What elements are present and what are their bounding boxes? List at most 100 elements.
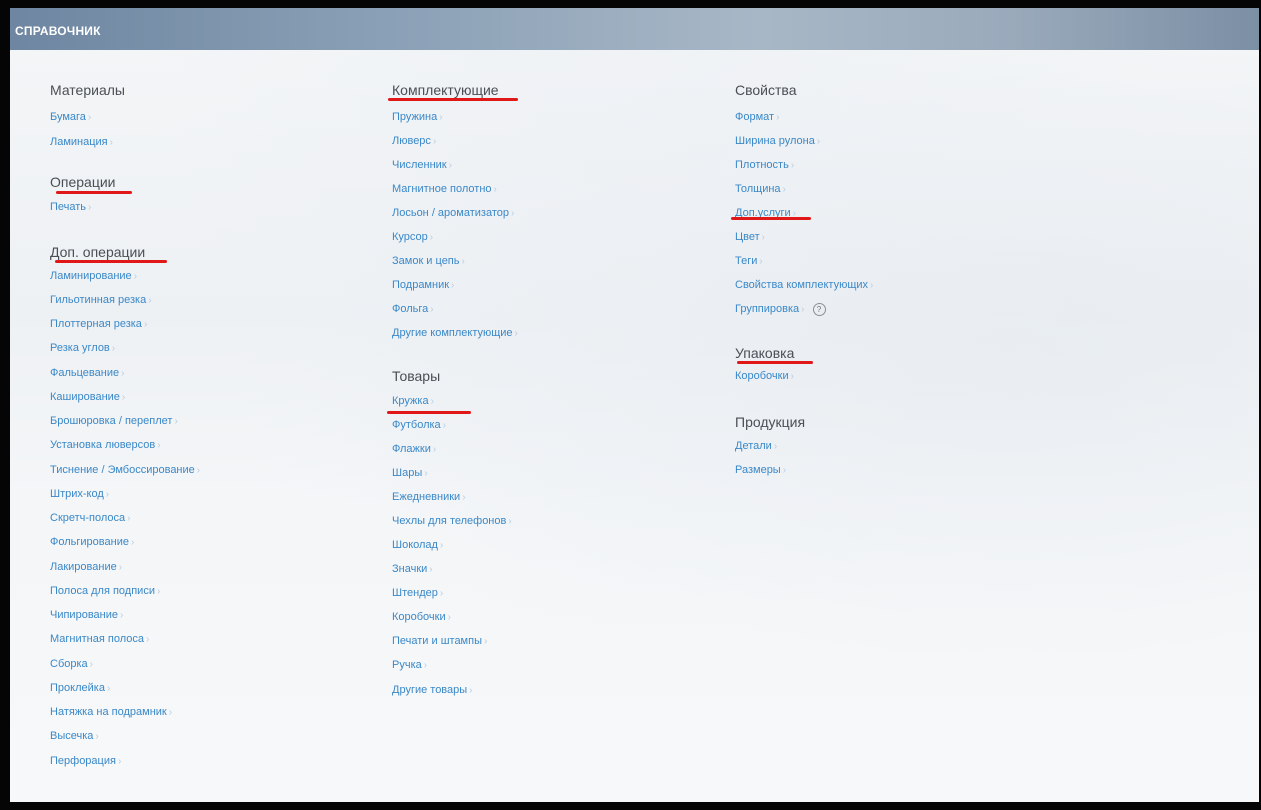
link-packaging[interactable]: Коробочки › xyxy=(735,370,794,382)
chevron-right-icon: › xyxy=(429,564,433,575)
chevron-right-icon: › xyxy=(130,537,135,548)
chevron-right-icon: › xyxy=(89,659,93,670)
link-extra-op[interactable]: Сборка › xyxy=(50,658,93,670)
chevron-right-icon: › xyxy=(174,416,178,427)
chevron-right-icon: › xyxy=(462,492,466,503)
link-print[interactable]: Печать › xyxy=(50,201,91,213)
chevron-right-icon: › xyxy=(105,489,110,500)
chevron-right-icon: › xyxy=(451,280,455,291)
link-component[interactable]: Курсор › xyxy=(392,231,433,243)
link-extra-op[interactable]: Магнитная полоса › xyxy=(50,633,149,645)
link-extra-op[interactable]: Ламинирование › xyxy=(50,270,137,282)
chevron-right-icon: › xyxy=(439,112,443,123)
link-property[interactable]: Ширина рулона › xyxy=(735,135,820,147)
link-property[interactable]: Цвет › xyxy=(735,231,765,243)
link-extra-op[interactable]: Высечка › xyxy=(50,730,99,742)
section-title-goods: Товары xyxy=(392,368,441,384)
link-extra-op[interactable]: Перфорация › xyxy=(50,755,121,767)
link-property[interactable]: Группировка ›? xyxy=(735,303,826,316)
link-component[interactable]: Люверс › xyxy=(392,135,436,147)
chevron-right-icon: › xyxy=(469,685,473,696)
annotation-underline xyxy=(737,361,813,364)
link-extra-op[interactable]: Скретч-полоса › xyxy=(50,512,131,524)
section-title-components: Комплектующие xyxy=(392,82,499,98)
chevron-right-icon: › xyxy=(432,444,437,455)
link-property[interactable]: Свойства комплектующих › xyxy=(735,279,873,291)
link-goods[interactable]: Другие товары › xyxy=(392,684,473,696)
help-icon[interactable]: ? xyxy=(812,303,826,316)
link-extra-op[interactable]: Фольгирование › xyxy=(50,536,134,548)
link-lamination[interactable]: Ламинация › xyxy=(50,136,113,148)
link-component[interactable]: Фольга › xyxy=(392,303,434,315)
link-goods[interactable]: Ежедневники › xyxy=(392,491,466,503)
link-extra-op[interactable]: Плоттерная резка › xyxy=(50,318,147,330)
link-goods[interactable]: Шоколад › xyxy=(392,539,443,551)
chevron-right-icon: › xyxy=(448,160,452,171)
chevron-right-icon: › xyxy=(514,328,518,339)
link-goods[interactable]: Ручка › xyxy=(392,659,427,671)
annotation-underline xyxy=(56,191,132,194)
chevron-right-icon: › xyxy=(870,280,874,291)
link-component[interactable]: Подрамник › xyxy=(392,279,454,291)
link-extra-op[interactable]: Натяжка на подрамник › xyxy=(50,706,172,718)
link-extra-op[interactable]: Лакирование › xyxy=(50,561,122,573)
link-component[interactable]: Пружина › xyxy=(392,111,443,123)
link-goods[interactable]: Флажки › xyxy=(392,443,436,455)
link-extra-op[interactable]: Чипирование › xyxy=(50,609,123,621)
link-extra-op[interactable]: Резка углов › xyxy=(50,342,115,354)
chevron-right-icon: › xyxy=(430,304,434,315)
link-paper[interactable]: Бумага › xyxy=(50,111,91,123)
link-goods[interactable]: Коробочки › xyxy=(392,611,451,623)
chevron-right-icon: › xyxy=(143,319,148,330)
chevron-right-icon: › xyxy=(493,184,497,195)
chevron-right-icon: › xyxy=(801,304,805,315)
link-component[interactable]: Численник › xyxy=(392,159,452,171)
section-title-products: Продукция xyxy=(735,414,806,430)
link-extra-op[interactable]: Гильотинная резка › xyxy=(50,294,152,306)
link-goods[interactable]: Футболка › xyxy=(392,419,446,431)
link-component[interactable]: Другие комплектующие › xyxy=(392,327,518,339)
annotation-underline xyxy=(388,98,518,101)
link-products[interactable]: Размеры › xyxy=(735,464,786,476)
chevron-right-icon: › xyxy=(776,112,780,123)
link-property[interactable]: Толщина › xyxy=(735,183,786,195)
chevron-right-icon: › xyxy=(148,295,152,306)
link-extra-op[interactable]: Каширование › xyxy=(50,391,125,403)
link-goods[interactable]: Печати и штампы › xyxy=(392,635,487,647)
link-extra-op[interactable]: Тиснение / Эмбоссирование › xyxy=(50,464,200,476)
chevron-right-icon: › xyxy=(790,371,794,382)
link-goods[interactable]: Кружка › xyxy=(392,395,434,407)
chevron-right-icon: › xyxy=(761,232,765,243)
link-goods[interactable]: Чехлы для телефонов › xyxy=(392,515,512,527)
chevron-right-icon: › xyxy=(447,612,451,623)
section-title-properties: Свойства xyxy=(735,82,797,98)
link-products[interactable]: Детали › xyxy=(735,440,777,452)
chevron-right-icon: › xyxy=(461,256,465,267)
chevron-right-icon: › xyxy=(157,440,161,451)
section-title-operations: Операции xyxy=(50,174,116,190)
chevron-right-icon: › xyxy=(782,465,787,476)
link-component[interactable]: Магнитное полотно › xyxy=(392,183,497,195)
chevron-right-icon: › xyxy=(146,634,150,645)
link-property[interactable]: Формат › xyxy=(735,111,779,123)
page-title: СПРАВОЧНИК xyxy=(15,24,101,38)
link-property[interactable]: Теги › xyxy=(735,255,763,267)
link-extra-op[interactable]: Фальцевание › xyxy=(50,367,124,379)
link-goods[interactable]: Значки › xyxy=(392,563,433,575)
link-extra-op[interactable]: Полоса для подписи › xyxy=(50,585,160,597)
chevron-right-icon: › xyxy=(429,232,434,243)
link-extra-op[interactable]: Установка люверсов › xyxy=(50,439,161,451)
section-title-extra-operations: Доп. операции xyxy=(50,244,146,260)
link-extra-op[interactable]: Проклейка › xyxy=(50,682,110,694)
link-extra-op[interactable]: Штрих-код › xyxy=(50,488,109,500)
link-goods[interactable]: Шары › xyxy=(392,467,428,479)
link-goods[interactable]: Штендер › xyxy=(392,587,443,599)
link-component[interactable]: Лосьон / ароматизатор › xyxy=(392,207,514,219)
chevron-right-icon: › xyxy=(121,392,126,403)
chevron-right-icon: › xyxy=(196,465,201,476)
link-extra-op[interactable]: Брошюровка / переплет › xyxy=(50,415,178,427)
link-property[interactable]: Плотность › xyxy=(735,159,794,171)
link-component[interactable]: Замок и цепь › xyxy=(392,255,465,267)
chevron-right-icon: › xyxy=(168,707,173,718)
section-title-materials: Материалы xyxy=(50,82,125,98)
